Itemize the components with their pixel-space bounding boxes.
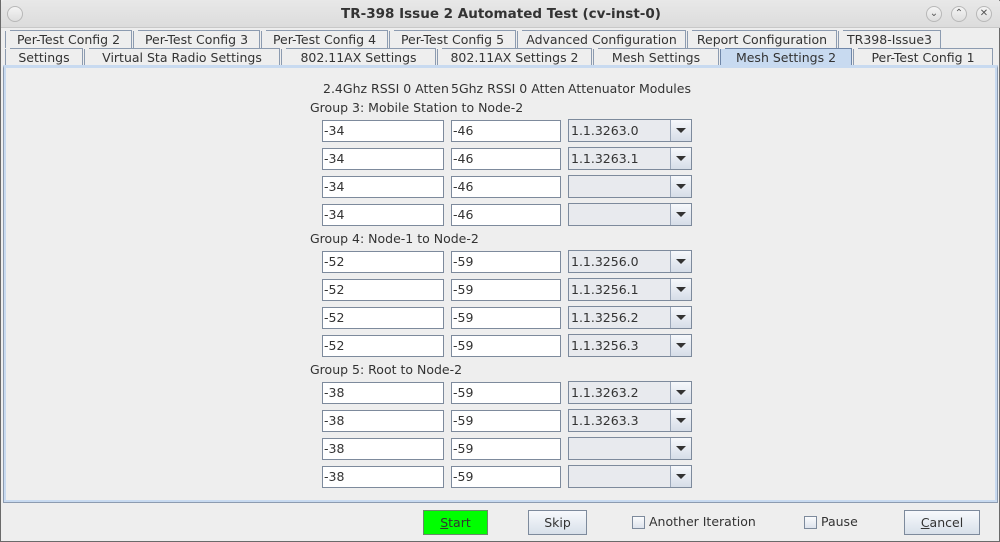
rssi-24ghz-input[interactable]: -34 (322, 204, 444, 226)
rssi-5ghz-input[interactable]: -59 (451, 251, 561, 273)
attenuator-module-select[interactable] (568, 175, 692, 198)
start-button[interactable]: Start (423, 510, 488, 535)
column-header-attenuator-modules: Attenuator Modules (568, 81, 691, 96)
tab-per-test-config-2[interactable]: Per-Test Config 2 (5, 30, 132, 49)
group-4-label: Group 4: Node-1 to Node-2 (310, 231, 479, 246)
attenuator-module-select[interactable]: 1.1.3256.2 (568, 306, 692, 329)
dropdown-arrow-icon[interactable] (670, 148, 691, 169)
dropdown-arrow-icon[interactable] (670, 251, 691, 272)
tab-tr398-issue3[interactable]: TR398-Issue3 (838, 30, 941, 49)
dropdown-arrow-icon[interactable] (670, 438, 691, 459)
minimize-button[interactable]: ⌄ (926, 6, 942, 22)
attenuator-module-select[interactable] (568, 437, 692, 460)
another-iteration-checkbox[interactable] (632, 516, 645, 529)
rssi-24ghz-input[interactable]: -34 (322, 148, 444, 170)
dropdown-arrow-icon[interactable] (670, 120, 691, 141)
cancel-label: ancel (929, 515, 964, 530)
attenuator-module-select[interactable] (568, 203, 692, 226)
another-iteration-label: Another Iteration (649, 514, 756, 529)
dropdown-arrow-icon[interactable] (670, 307, 691, 328)
group-3-label: Group 3: Mobile Station to Node-2 (310, 100, 524, 115)
rssi-24ghz-input[interactable]: -34 (322, 176, 444, 198)
attenuator-module-value: 1.1.3263.3 (571, 413, 639, 428)
pause-checkbox[interactable] (804, 516, 817, 529)
skip-button[interactable]: Skip (528, 510, 587, 535)
rssi-5ghz-input[interactable]: -59 (451, 410, 561, 432)
rssi-24ghz-input[interactable]: -38 (322, 382, 444, 404)
attenuator-module-value: 1.1.3263.2 (571, 385, 639, 400)
dropdown-arrow-icon[interactable] (670, 279, 691, 300)
rssi-24ghz-input[interactable]: -38 (322, 438, 444, 460)
rssi-5ghz-input[interactable]: -59 (451, 335, 561, 357)
column-header-24ghz: 2.4Ghz RSSI 0 Atten (323, 81, 449, 96)
attenuator-module-value: 1.1.3256.1 (571, 282, 639, 297)
dropdown-arrow-icon[interactable] (670, 176, 691, 197)
rssi-24ghz-input[interactable]: -52 (322, 279, 444, 301)
rssi-24ghz-input[interactable]: -52 (322, 335, 444, 357)
attenuator-module-value: 1.1.3256.0 (571, 254, 639, 269)
tab-report-configuration[interactable]: Report Configuration (687, 30, 837, 49)
cancel-mnemonic: C (920, 515, 930, 530)
rssi-24ghz-input[interactable]: -38 (322, 466, 444, 488)
rssi-5ghz-input[interactable]: -46 (451, 204, 561, 226)
attenuator-module-value: 1.1.3256.3 (571, 338, 639, 353)
rssi-24ghz-input[interactable]: -52 (322, 251, 444, 273)
maximize-button[interactable]: ⌃ (951, 6, 967, 22)
attenuator-module-select[interactable] (568, 465, 692, 488)
column-header-5ghz: 5Ghz RSSI 0 Atten (451, 81, 565, 96)
start-mnemonic: S (440, 515, 449, 530)
dropdown-arrow-icon[interactable] (670, 382, 691, 403)
dropdown-arrow-icon[interactable] (670, 204, 691, 225)
attenuator-module-select[interactable]: 1.1.3256.1 (568, 278, 692, 301)
attenuator-module-select[interactable]: 1.1.3263.2 (568, 381, 692, 404)
rssi-5ghz-input[interactable]: -59 (451, 466, 561, 488)
pause-label: Pause (821, 514, 858, 529)
attenuator-module-select[interactable]: 1.1.3256.3 (568, 334, 692, 357)
chevron-up-icon: ⌃ (954, 8, 964, 19)
app-window: TR-398 Issue 2 Automated Test (cv-inst-0… (0, 0, 1000, 542)
tab-per-test-config-5[interactable]: Per-Test Config 5 (389, 30, 516, 49)
attenuator-module-value: 1.1.3263.0 (571, 123, 639, 138)
dropdown-arrow-icon[interactable] (670, 410, 691, 431)
rssi-5ghz-input[interactable]: -59 (451, 307, 561, 329)
dropdown-arrow-icon[interactable] (670, 466, 691, 487)
rssi-24ghz-input[interactable]: -52 (322, 307, 444, 329)
attenuator-module-value: 1.1.3256.2 (571, 310, 639, 325)
cancel-button[interactable]: Cancel (904, 510, 980, 535)
close-button[interactable]: ✕ (976, 6, 992, 22)
dropdown-arrow-icon[interactable] (670, 335, 691, 356)
chevron-down-icon: ⌄ (929, 8, 939, 19)
title-bar: TR-398 Issue 2 Automated Test (cv-inst-0… (1, 0, 1000, 28)
attenuator-module-select[interactable]: 1.1.3263.0 (568, 119, 692, 142)
start-label: tart (448, 515, 471, 530)
attenuator-module-select[interactable]: 1.1.3263.3 (568, 409, 692, 432)
rssi-24ghz-input[interactable]: -34 (322, 120, 444, 142)
rssi-5ghz-input[interactable]: -46 (451, 120, 561, 142)
close-icon: ✕ (979, 8, 989, 19)
rssi-5ghz-input[interactable]: -59 (451, 279, 561, 301)
group-5-label: Group 5: Root to Node-2 (310, 362, 463, 377)
rssi-5ghz-input[interactable]: -46 (451, 148, 561, 170)
attenuator-module-select[interactable]: 1.1.3256.0 (568, 250, 692, 273)
tab-advanced-configuration[interactable]: Advanced Configuration (517, 30, 686, 49)
rssi-5ghz-input[interactable]: -59 (451, 382, 561, 404)
tab-per-test-config-4[interactable]: Per-Test Config 4 (261, 30, 388, 49)
rssi-24ghz-input[interactable]: -38 (322, 410, 444, 432)
attenuator-module-value: 1.1.3263.1 (571, 151, 639, 166)
tab-per-test-config-3[interactable]: Per-Test Config 3 (133, 30, 260, 49)
rssi-5ghz-input[interactable]: -59 (451, 438, 561, 460)
attenuator-module-select[interactable]: 1.1.3263.1 (568, 147, 692, 170)
window-title: TR-398 Issue 2 Automated Test (cv-inst-0… (341, 6, 661, 22)
rssi-5ghz-input[interactable]: -46 (451, 176, 561, 198)
